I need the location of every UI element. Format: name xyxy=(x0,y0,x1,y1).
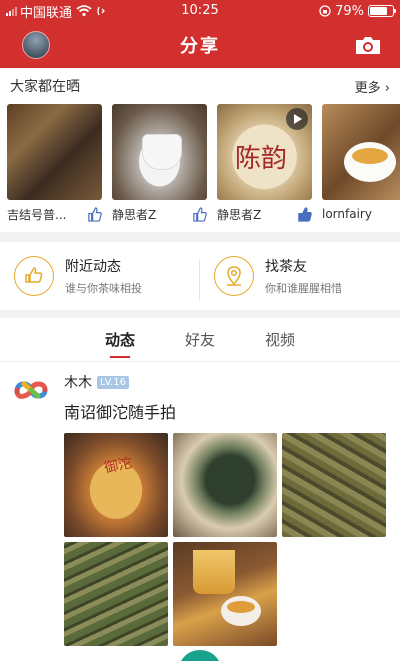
feature-row: 附近动态 谁与你茶味相投 找茶友 你和谁腥腥相惜 xyxy=(0,242,400,310)
sharing-item: lornfairy xyxy=(322,207,400,221)
sharing-photo[interactable] xyxy=(7,104,102,200)
tab-friends[interactable]: 好友 xyxy=(160,318,240,361)
top-bar: 中国联通 10:25 79% 分享 xyxy=(0,0,400,68)
thumbs-up-icon[interactable] xyxy=(87,206,102,222)
battery-icon xyxy=(368,5,396,17)
sharing-title: 大家都在晒 xyxy=(10,79,80,95)
sharing-photo[interactable] xyxy=(322,104,400,200)
play-icon[interactable] xyxy=(286,108,308,130)
divider xyxy=(0,310,400,318)
post-image[interactable] xyxy=(173,433,277,537)
thumbs-up-icon xyxy=(14,256,54,296)
floating-action-button[interactable] xyxy=(178,650,222,661)
nav-bar: 分享 xyxy=(0,22,400,68)
sharing-names: 吉结号普... 静思者Z 静思者Z lornfairy xyxy=(0,200,400,228)
level-badge: LV.16 xyxy=(97,375,129,389)
divider xyxy=(0,232,400,242)
sharing-user-name[interactable]: lornfairy xyxy=(322,207,372,221)
app-screen: 中国联通 10:25 79% 分享 大家都在晒 更多 › 陈韵 吉结号普... xyxy=(0,0,400,661)
post-author[interactable]: 木木 xyxy=(64,372,92,392)
post-image[interactable] xyxy=(173,542,277,646)
feed-tabs: 动态 好友 视频 xyxy=(0,318,400,362)
sharing-item: 吉结号普... xyxy=(7,206,102,223)
post-text: 南诏御沱随手拍 xyxy=(64,403,177,422)
feature-subtitle: 你和谁腥腥相惜 xyxy=(265,282,342,295)
page-title: 分享 xyxy=(180,36,220,57)
post-image-label: 御沱 xyxy=(102,455,134,477)
feature-title: 找茶友 xyxy=(265,259,307,275)
clock: 10:25 xyxy=(181,3,219,18)
feature-subtitle: 谁与你茶味相投 xyxy=(65,282,142,295)
sharing-user-name[interactable]: 静思者Z xyxy=(112,206,156,223)
sharing-header: 大家都在晒 更多 › xyxy=(0,68,400,104)
tab-videos[interactable]: 视频 xyxy=(240,318,320,361)
post-image-grid: 御沱 xyxy=(64,433,386,646)
sharing-item: 静思者Z xyxy=(112,206,207,223)
sharing-photo-strip: 陈韵 xyxy=(0,104,400,200)
location-pin-icon xyxy=(214,256,254,296)
tab-dynamics[interactable]: 动态 xyxy=(80,318,160,361)
thumbs-up-icon[interactable] xyxy=(192,206,207,222)
find-tea-friend-entry[interactable]: 找茶友 你和谁腥腥相惜 xyxy=(200,256,400,296)
post-image[interactable] xyxy=(282,433,386,537)
sharing-user-name[interactable]: 静思者Z xyxy=(217,206,261,223)
post-image[interactable] xyxy=(64,542,168,646)
more-link[interactable]: 更多 › xyxy=(355,77,390,96)
thumbs-up-filled-icon[interactable] xyxy=(297,206,312,222)
post-image[interactable]: 御沱 xyxy=(64,433,168,537)
status-bar: 中国联通 10:25 79% xyxy=(0,0,400,22)
chevron-right-icon: › xyxy=(384,80,390,96)
nearby-feed-entry[interactable]: 附近动态 谁与你茶味相投 xyxy=(0,256,200,300)
sharing-item: 静思者Z xyxy=(217,206,312,223)
camera-icon[interactable] xyxy=(354,35,382,55)
sharing-photo[interactable]: 陈韵 xyxy=(217,104,312,200)
sharing-photo[interactable] xyxy=(112,104,207,200)
feed-post: 木木 LV.16 南诏御沱随手拍 御沱 xyxy=(0,362,400,646)
user-avatar[interactable] xyxy=(22,31,50,59)
sharing-user-name[interactable]: 吉结号普... xyxy=(7,206,66,223)
feature-title: 附近动态 xyxy=(65,259,121,275)
user-avatar[interactable] xyxy=(11,378,51,402)
